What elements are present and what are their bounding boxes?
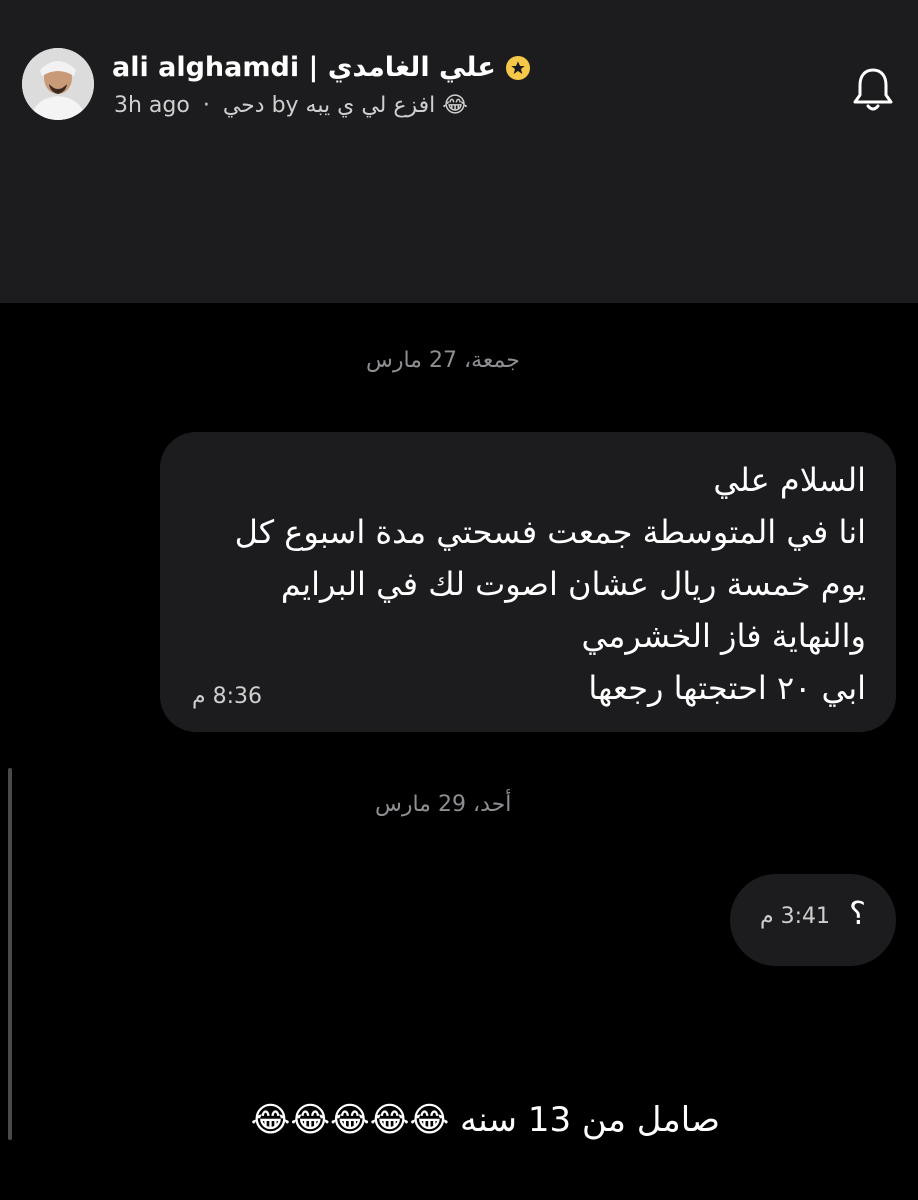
message-line: يوم خمسة ريال عشان اصوت لك في البرايم: [280, 565, 866, 603]
user-avatar[interactable]: [22, 48, 94, 120]
message-bubble[interactable]: السلام علي انا في المتوسطة جمعت فسحتي مد…: [160, 432, 896, 732]
message-text: ؟: [849, 894, 866, 932]
message-text: السلام علي انا في المتوسطة جمعت فسحتي مد…: [235, 454, 866, 714]
message-line: انا في المتوسطة جمعت فسحتي مدة اسبوع كل: [234, 513, 866, 551]
message-time: 8:36 م: [192, 684, 263, 709]
story-meta: 3h ago · 😂 افزع لي ي يبه by دحي: [114, 93, 468, 118]
user-name-row[interactable]: ali alghamdi | علي الغامدي: [112, 52, 530, 83]
date-separator: جمعة، 27 مارس: [366, 348, 520, 373]
meta-separator: ·: [202, 93, 210, 118]
message-line: السلام علي: [713, 461, 866, 499]
avatar-image: [22, 48, 94, 120]
message-line: والنهاية فاز الخشرمي: [581, 617, 866, 655]
bell-icon[interactable]: [852, 66, 894, 112]
star-badge-icon: [505, 55, 530, 80]
time-ago: 3h ago: [114, 93, 190, 118]
message-time: 3:41 م: [760, 904, 831, 929]
user-name[interactable]: ali alghamdi | علي الغامدي: [112, 52, 496, 83]
scrollbar[interactable]: [8, 768, 12, 1140]
message-bubble[interactable]: ؟ 3:41 م: [730, 874, 896, 966]
message-line: ابي ٢٠ احتجتها رجعها: [588, 669, 866, 707]
sound-caption[interactable]: 😂 افزع لي ي يبه by دحي: [223, 93, 468, 118]
overlay-caption: صامل من 13 سنه 😂😂😂😂😂: [250, 1100, 720, 1140]
story-header: ali alghamdi | علي الغامدي 3h ago · 😂 اف…: [0, 0, 918, 303]
date-separator: أحد، 29 مارس: [375, 792, 512, 817]
